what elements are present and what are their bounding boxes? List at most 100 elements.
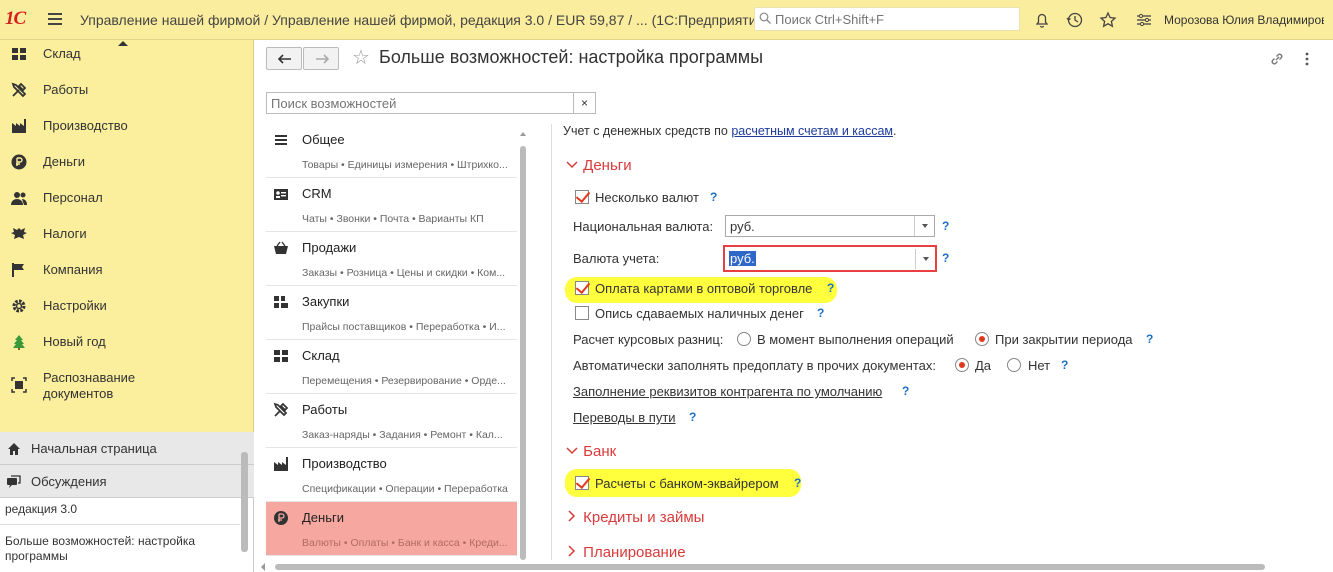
open-window-item[interactable]: Больше возможностей: настройка программы — [5, 534, 235, 564]
sidebar-item-label: Персонал — [43, 190, 103, 205]
section-item-purchases[interactable]: Закупки Прайсы поставщиков • Переработка… — [266, 286, 517, 340]
chevron-right-icon — [568, 510, 576, 522]
home-page-link[interactable]: Начальная страница — [0, 432, 254, 465]
more-icon[interactable] — [1301, 50, 1313, 68]
acquirer-checkbox[interactable] — [575, 476, 589, 490]
sliders-icon[interactable] — [1134, 10, 1154, 30]
sidebar-item-warehouse[interactable]: Склад — [0, 40, 253, 72]
sidebar-item-company[interactable]: Компания — [0, 252, 253, 288]
sidebar-item-label: Производство — [43, 118, 128, 133]
exchange-option-period-radio[interactable] — [975, 332, 989, 346]
section-item-works[interactable]: Работы Заказ-наряды • Задания • Ремонт •… — [266, 394, 517, 448]
group-bank-header[interactable]: Банк — [565, 443, 616, 460]
help-icon[interactable]: ? — [710, 190, 717, 204]
sidebar-item-staff[interactable]: Персонал — [0, 180, 253, 216]
section-title: CRM — [302, 186, 332, 201]
user-name[interactable]: Морозова Юлия Владимиров... — [1164, 13, 1324, 27]
menu-icon[interactable] — [48, 13, 62, 25]
accounts-link[interactable]: расчетным счетам и кассам — [731, 124, 893, 138]
ruble-icon — [274, 511, 288, 525]
exchange-option-period-label: При закрытии периода — [995, 332, 1133, 347]
exchange-option-operation-radio[interactable] — [737, 332, 751, 346]
scan-icon — [11, 377, 27, 393]
intro-label: Учет с денежных средств по — [563, 124, 732, 138]
section-title: Работы — [302, 402, 348, 417]
discussions-link[interactable]: Обсуждения — [0, 465, 254, 498]
section-item-sales[interactable]: Продажи Заказы • Розница • Цены и скидки… — [266, 232, 517, 286]
prepay-yes-radio[interactable] — [955, 358, 969, 372]
back-button[interactable] — [266, 47, 302, 70]
help-icon[interactable]: ? — [689, 410, 696, 424]
home-icon — [8, 443, 20, 455]
counterparty-defaults-link[interactable]: Заполнение реквизитов контрагента по умо… — [573, 384, 882, 399]
horizontal-scrollbar[interactable] — [261, 563, 1275, 571]
feature-search-input[interactable] — [271, 95, 571, 111]
forward-button[interactable] — [303, 47, 339, 70]
sidebar-item-money[interactable]: Деньги — [0, 144, 253, 180]
clear-search-button[interactable]: × — [573, 93, 595, 113]
help-icon[interactable]: ? — [902, 384, 909, 398]
section-item-production[interactable]: Производство Спецификации • Операции • П… — [266, 448, 517, 502]
help-icon[interactable]: ? — [942, 251, 949, 265]
sections-panel: Склад Работы Производство Деньги Персона… — [0, 40, 254, 432]
section-item-warehouse[interactable]: Склад Перемещения • Резервирование • Орд… — [266, 340, 517, 394]
section-item-crm[interactable]: CRM Чаты • Звонки • Почта • Варианты КП — [266, 178, 517, 232]
group-planning-header[interactable]: Планирование — [565, 544, 686, 560]
section-item-general[interactable]: Общее Товары • Единицы измерения • Штрих… — [266, 124, 517, 178]
section-subtitle: Спецификации • Операции • Переработка — [302, 483, 508, 495]
scroll-thumb[interactable] — [275, 564, 1265, 570]
bell-icon[interactable] — [1032, 10, 1052, 30]
sidebar-item-recognition[interactable]: Распознавание документов — [0, 360, 253, 410]
tree-icon — [13, 335, 25, 350]
group-money-header[interactable]: Деньги — [565, 157, 632, 174]
help-icon[interactable]: ? — [794, 476, 801, 490]
people-icon — [11, 192, 27, 205]
cash-inventory-checkbox[interactable] — [575, 306, 589, 320]
section-item-money[interactable]: Деньги Валюты • Оплаты • Банк и касса • … — [266, 502, 517, 556]
help-icon[interactable]: ? — [1146, 332, 1153, 346]
basket-icon — [274, 241, 288, 254]
group-planning-label: Планирование — [583, 544, 686, 560]
group-credits-label: Кредиты и займы — [583, 509, 705, 526]
help-icon[interactable]: ? — [827, 281, 834, 295]
favorite-star-icon[interactable]: ☆ — [352, 48, 370, 68]
sidebar-item-production[interactable]: Производство — [0, 108, 253, 144]
dropdown-button[interactable] — [915, 249, 935, 269]
transfers-in-transit-link[interactable]: Переводы в пути — [573, 410, 676, 425]
help-icon[interactable]: ? — [942, 219, 949, 233]
arrow-right-icon — [316, 54, 330, 64]
history-icon[interactable] — [1065, 10, 1085, 30]
contact-card-icon — [274, 189, 288, 200]
link-icon[interactable] — [1268, 50, 1286, 68]
global-search[interactable] — [754, 7, 1020, 31]
scrollbar[interactable] — [241, 452, 248, 552]
feature-search[interactable]: × — [266, 92, 596, 114]
multi-currency-checkbox[interactable] — [575, 190, 589, 204]
section-title: Склад — [302, 348, 340, 363]
section-list-scrollbar[interactable] — [520, 130, 526, 560]
card-payments-checkbox[interactable] — [575, 281, 589, 295]
sidebar-item-new-year[interactable]: Новый год — [0, 324, 253, 360]
prepay-no-radio[interactable] — [1007, 358, 1021, 372]
intro-end: . — [893, 124, 897, 138]
prepay-label: Автоматически заполнять предоплату в про… — [573, 358, 936, 373]
settings-form: ☆ Больше возможностей: настройка програм… — [255, 40, 1333, 572]
sidebar-item-works[interactable]: Работы — [0, 72, 253, 108]
help-icon[interactable]: ? — [817, 306, 824, 320]
dropdown-button[interactable] — [914, 216, 934, 236]
open-window-item[interactable]: редакция 3.0 — [5, 502, 235, 517]
global-search-input[interactable] — [775, 10, 1015, 28]
scroll-thumb[interactable] — [520, 146, 526, 560]
sidebar-item-taxes[interactable]: Налоги — [0, 216, 253, 252]
national-currency-field[interactable]: руб. — [725, 215, 935, 237]
section-title: Производство — [302, 456, 387, 471]
sidebar-item-settings[interactable]: Настройки — [0, 288, 253, 324]
scroll-up-icon[interactable] — [520, 132, 526, 136]
accounting-currency-field[interactable]: руб. — [723, 245, 937, 272]
group-credits-header[interactable]: Кредиты и займы — [565, 509, 704, 526]
help-icon[interactable]: ? — [1061, 358, 1068, 372]
sidebar-item-label: Компания — [43, 262, 103, 277]
scroll-left-icon[interactable] — [261, 563, 265, 571]
star-icon[interactable] — [1098, 10, 1118, 30]
section-subtitle: Валюты • Оплаты • Банк и касса • Креди..… — [302, 537, 508, 549]
